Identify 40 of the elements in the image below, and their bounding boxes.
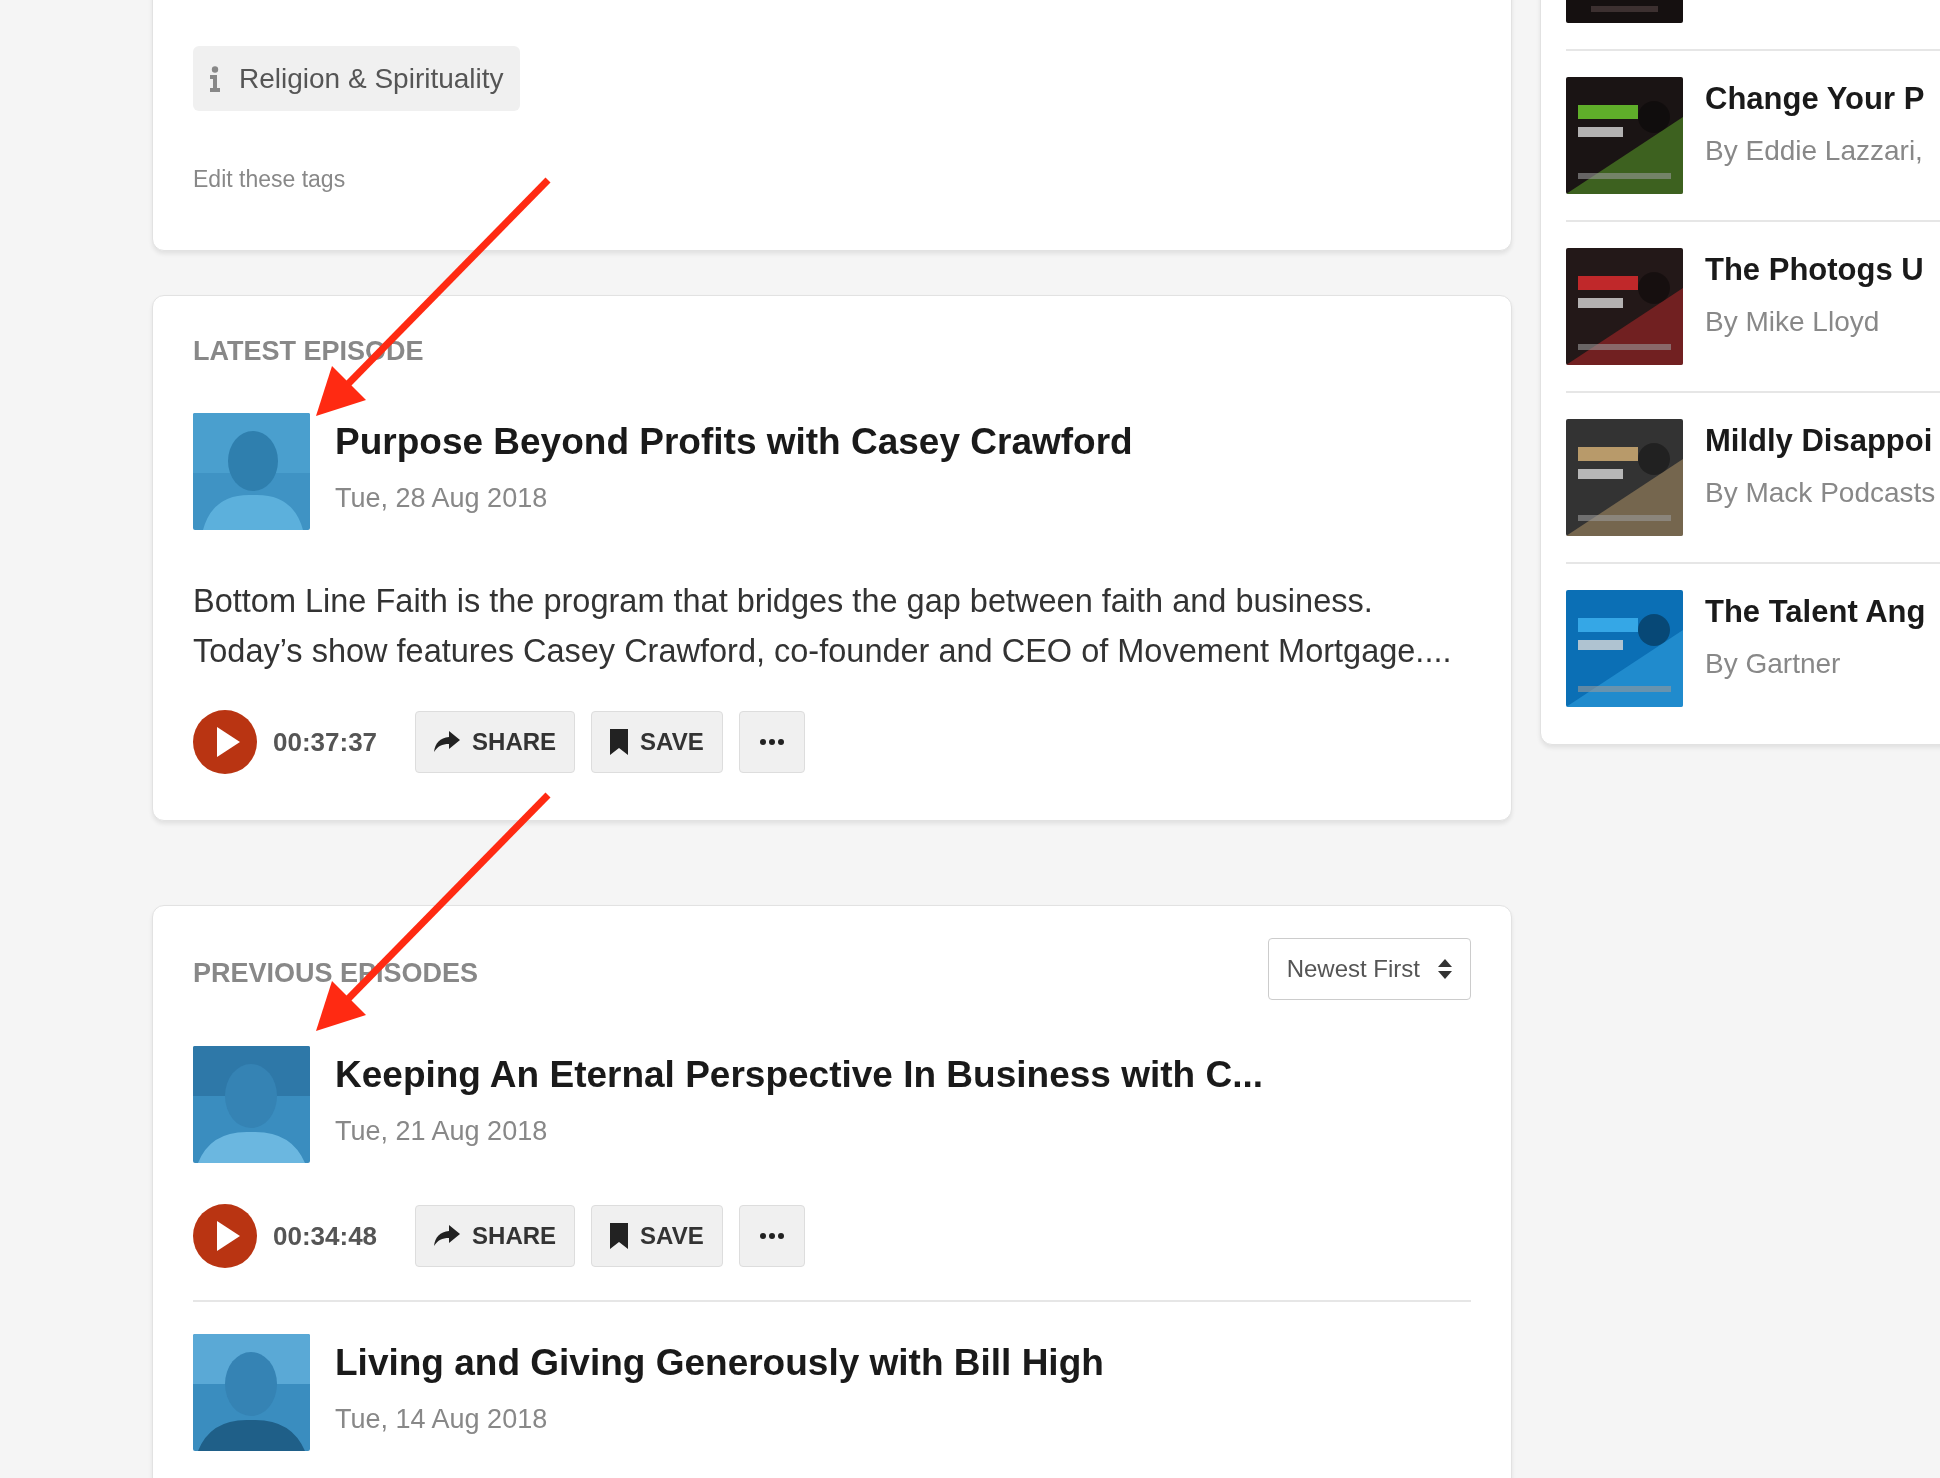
- podcast-author: By Mack Podcasts: [1705, 477, 1936, 509]
- play-icon[interactable]: [193, 1204, 257, 1268]
- episode-title[interactable]: Living and Giving Generously with Bill High: [335, 1342, 1104, 1384]
- share-icon: [434, 1225, 461, 1247]
- podcast-author: By Eddie Lazzari,: [1705, 135, 1924, 167]
- more-icon: [759, 1233, 784, 1239]
- episode-title[interactable]: Keeping An Eternal Perspective In Business with C...: [335, 1054, 1263, 1096]
- podcast-author: By Gartner: [1705, 648, 1842, 680]
- episode-title[interactable]: Purpose Beyond Profits with Casey Crawford: [335, 421, 1133, 463]
- sort-caret-icon: [1438, 959, 1452, 979]
- podcast-title: The Talent Ang: [1705, 594, 1926, 630]
- share-button[interactable]: SHARE: [415, 1205, 576, 1267]
- podcast-item[interactable]: The Talent Ang By Gartner: [1566, 564, 1940, 733]
- edit-tags-link[interactable]: Edit these tags: [193, 166, 346, 193]
- episode-duration: 00:37:37: [273, 726, 378, 758]
- podcast-title: Mildly Disappoi: [1705, 423, 1934, 459]
- sort-select[interactable]: Newest First: [1267, 938, 1471, 1000]
- episode-description: Bottom Line Faith is the program that bridges the gap between faith and business. Today’s show features Casey Crawford, co-founder and CEO of Movement Mortgage....: [193, 582, 1453, 671]
- podcast-author: By Mike Lloyd: [1705, 306, 1881, 338]
- episode-date: Tue, 14 Aug 2018: [335, 1404, 549, 1435]
- more-button[interactable]: [738, 711, 805, 773]
- podcast-item[interactable]: Change Your P By Eddie Lazzari,: [1566, 51, 1940, 222]
- bookmark-icon: [610, 729, 629, 755]
- episode-duration: 00:34:48: [273, 1220, 378, 1252]
- episode-date: Tue, 21 Aug 2018: [335, 1116, 549, 1147]
- info-icon: [209, 65, 221, 92]
- category-tag[interactable]: Religion & Spirituality: [193, 46, 520, 111]
- share-button[interactable]: SHARE: [415, 711, 576, 773]
- share-icon: [434, 731, 461, 753]
- podcast-title: The Photogs U: [1705, 252, 1924, 288]
- save-button[interactable]: SAVE: [591, 1205, 723, 1267]
- more-icon: [759, 739, 784, 745]
- podcast-item[interactable]: Mildly Disappoi By Mack Podcasts: [1566, 393, 1940, 564]
- bookmark-icon: [610, 1223, 629, 1249]
- play-icon[interactable]: [193, 710, 257, 774]
- podcast-title: Change Your P: [1705, 81, 1925, 117]
- episode-date: Tue, 28 Aug 2018: [335, 483, 549, 514]
- podcast-item[interactable]: The Photogs U By Mike Lloyd: [1566, 222, 1940, 393]
- save-button[interactable]: SAVE: [591, 711, 723, 773]
- more-button[interactable]: [738, 1205, 805, 1267]
